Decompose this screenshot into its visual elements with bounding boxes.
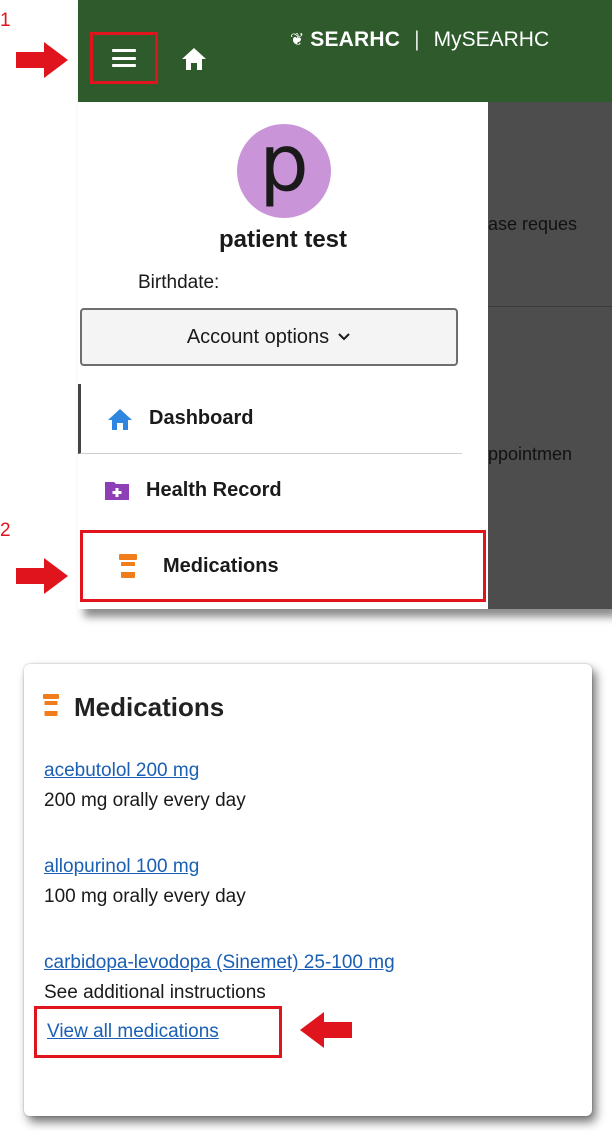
searhc-logo-icon: ❦ bbox=[290, 30, 305, 49]
home-icon[interactable] bbox=[180, 46, 208, 72]
sidebar-item-label: Health Record bbox=[146, 478, 282, 501]
brand-logo[interactable]: ❦ SEARHC | MySEARHC bbox=[290, 28, 549, 52]
medication-link[interactable]: carbidopa-levodopa (Sinemet) 25-100 mg bbox=[44, 952, 395, 974]
pill-bottle-icon bbox=[115, 553, 141, 579]
birthdate-label: Birthdate: bbox=[138, 272, 220, 293]
brand-separator: | bbox=[414, 28, 420, 51]
pill-bottle-icon bbox=[42, 693, 60, 722]
card-title: Medications bbox=[74, 692, 225, 722]
annotation-arrow-right-icon bbox=[16, 42, 68, 78]
sidebar-item-health-record[interactable]: Health Record bbox=[78, 455, 462, 525]
background-text-2: ppointmen bbox=[488, 444, 573, 464]
medication-instructions: See additional instructions bbox=[44, 982, 266, 1003]
app-screenshot-menu: ❦ SEARHC | MySEARHC ase reques ppointmen… bbox=[78, 0, 612, 609]
annotation-arrow-right-icon bbox=[16, 558, 68, 594]
medication-item: acebutolol 200 mg 200 mg orally every da… bbox=[44, 760, 246, 812]
chevron-down-icon bbox=[338, 333, 350, 341]
side-navigation-menu: p patient test Birthdate: Account option… bbox=[78, 102, 488, 609]
menu-button[interactable] bbox=[90, 32, 158, 84]
background-divider bbox=[488, 306, 612, 307]
medication-instructions: 100 mg orally every day bbox=[44, 886, 246, 907]
card-header: Medications bbox=[42, 692, 224, 723]
medication-link[interactable]: allopurinol 100 mg bbox=[44, 856, 246, 878]
sidebar-item-medications[interactable]: Medications bbox=[80, 530, 486, 602]
step-number-1: 1 bbox=[0, 10, 11, 31]
account-options-button[interactable]: Account options bbox=[80, 308, 458, 366]
view-all-highlight: View all medications bbox=[34, 1006, 282, 1058]
medication-item: carbidopa-levodopa (Sinemet) 25-100 mg S… bbox=[44, 952, 395, 1004]
home-icon bbox=[107, 406, 133, 432]
medication-link[interactable]: acebutolol 200 mg bbox=[44, 760, 246, 782]
brand-primary: SEARHC bbox=[310, 28, 401, 51]
medication-item: allopurinol 100 mg 100 mg orally every d… bbox=[44, 856, 246, 908]
view-all-medications-link[interactable]: View all medications bbox=[47, 1021, 219, 1043]
sidebar-item-dashboard[interactable]: Dashboard bbox=[78, 384, 462, 454]
top-header-bar: ❦ SEARHC | MySEARHC bbox=[78, 0, 612, 102]
brand-secondary: MySEARHC bbox=[433, 28, 550, 51]
sidebar-item-label: Dashboard bbox=[149, 407, 254, 429]
background-text-1: ase reques bbox=[488, 214, 578, 234]
medication-instructions: 200 mg orally every day bbox=[44, 790, 246, 811]
sidebar-item-label: Medications bbox=[163, 554, 279, 577]
avatar-initial: p bbox=[259, 124, 309, 209]
annotation-arrow-left-icon bbox=[300, 1012, 352, 1048]
step-number-2: 2 bbox=[0, 520, 11, 541]
folder-plus-icon bbox=[104, 477, 130, 503]
hamburger-menu-icon bbox=[112, 49, 136, 67]
patient-name: patient test bbox=[218, 226, 347, 253]
account-options-label: Account options bbox=[186, 325, 330, 348]
avatar: p bbox=[237, 124, 331, 218]
